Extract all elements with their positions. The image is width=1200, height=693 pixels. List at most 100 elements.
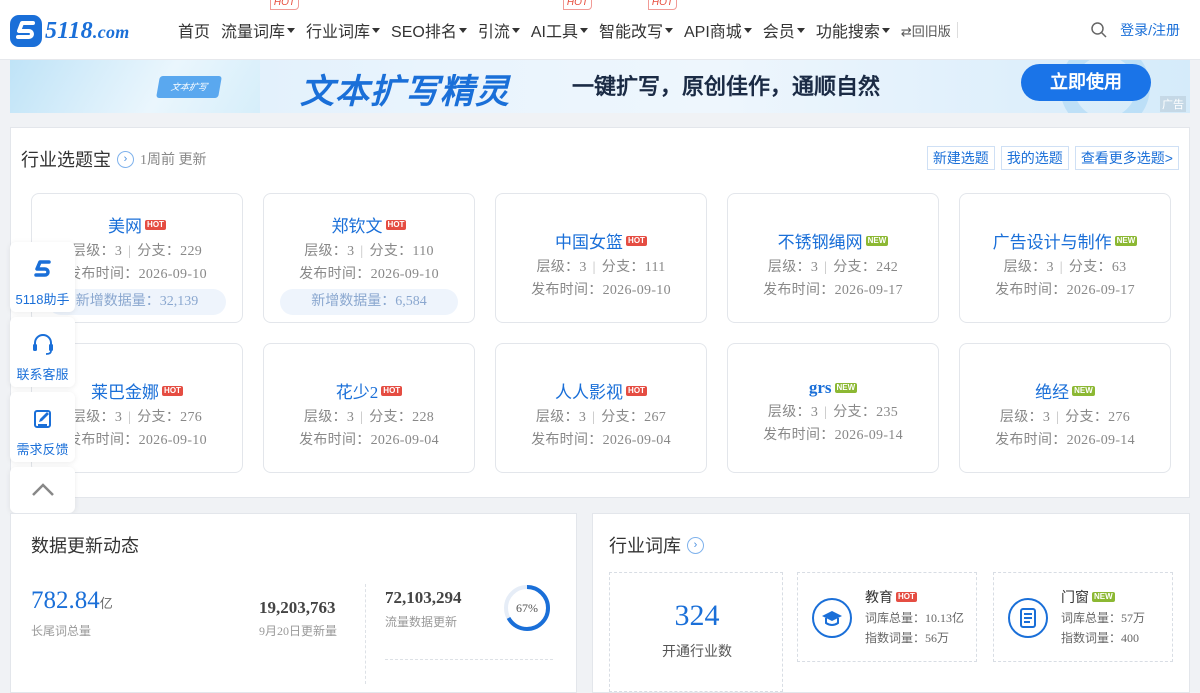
branch-value: 111	[644, 260, 666, 275]
topic-link[interactable]: 我的选题	[1000, 146, 1069, 170]
update-progress-gauge: 67%	[504, 585, 550, 631]
search-icon[interactable]	[1090, 21, 1108, 39]
old-version-link[interactable]: ⇄回旧版	[901, 22, 958, 39]
date-label: 发布时间：	[531, 283, 603, 298]
hot-badge: HOT	[381, 385, 403, 396]
nav-item-label: AI工具	[530, 24, 578, 41]
nav-item[interactable]: API商城	[684, 18, 752, 42]
industry-index: 指数词量：400	[1061, 631, 1140, 645]
date-label: 发布时间：	[763, 428, 835, 443]
new-data-pill: 新增数据量：6,584	[280, 289, 458, 315]
topic-name: 郑钦文 HOT	[264, 212, 474, 237]
industry-library-title-text: 行业词库	[609, 536, 681, 556]
topic-date: 发布时间：2026-09-04	[496, 429, 706, 449]
nav-item[interactable]: 首页	[178, 18, 210, 42]
industry-item[interactable]: 教育 HOT 词库总量：10.13亿 指数词量：56万	[797, 572, 977, 662]
topic-card[interactable]: 郑钦文 HOT 层级：3 | 分支：110 发布时间：2026-09-10 新增数据量：6,…	[263, 193, 475, 323]
branch-label: 分支：	[1065, 410, 1109, 425]
topic-name-text: 中国女篮	[555, 233, 624, 252]
nav-item[interactable]: 流量词库 HOT	[221, 0, 300, 42]
topic-section-title: 行业选题宝 › 1周前 更新	[21, 146, 207, 172]
branch-label: 分支：	[369, 410, 413, 425]
level-value: 3	[579, 260, 587, 275]
topic-link[interactable]: 新建选题	[926, 146, 995, 170]
date-value: 2026-09-04	[370, 433, 439, 448]
document-icon	[1020, 608, 1036, 628]
nav-item[interactable]: 引流	[478, 18, 520, 42]
assistant-label: 5118助手	[15, 292, 70, 307]
nav-item[interactable]: AI工具 HOT	[530, 0, 592, 42]
topic-card[interactable]: 绝经 NEW 层级：3 | 分支：276 发布时间：2026-09-14	[959, 343, 1171, 473]
nav-item[interactable]: 智能改写 HOT	[599, 0, 677, 42]
longtail-total-value: 782.84亿	[31, 587, 113, 614]
new-badge: NEW	[1072, 385, 1095, 396]
topic-card[interactable]: 花少2 HOT 层级：3 | 分支：228 发布时间：2026-09-04	[263, 343, 475, 473]
caret-down-icon	[743, 27, 752, 33]
ad-banner[interactable]: 文本扩写 文本扩写精灵 一键扩写，原创佳作，通顺自然 立即使用 广告	[10, 60, 1190, 113]
industry-count-value: 324	[674, 599, 720, 632]
nav-item[interactable]: SEO排名	[391, 18, 467, 42]
topic-meta: 层级：3 | 分支：235	[728, 401, 938, 421]
date-value: 2026-09-17	[1066, 283, 1135, 298]
industry-icon	[1008, 598, 1048, 638]
back-to-top-button[interactable]	[10, 467, 75, 513]
nav-item[interactable]: 行业词库	[306, 18, 381, 42]
topic-name: 绝经 NEW	[960, 378, 1170, 403]
nav-item-label: SEO排名	[391, 24, 457, 41]
date-value: 2026-09-04	[602, 433, 671, 448]
separator: |	[360, 410, 364, 425]
date-value: 2026-09-10	[602, 283, 671, 298]
date-label: 发布时间：	[995, 283, 1067, 298]
longtail-total-caption: 长尾词总量	[31, 624, 92, 638]
caret-down-icon	[665, 27, 673, 33]
chevron-up-icon	[31, 483, 54, 496]
chevron-right-icon[interactable]: ›	[117, 150, 134, 168]
topic-card[interactable]: 人人影视 HOT 层级：3 | 分支：267 发布时间：2026-09-04	[495, 343, 707, 473]
graduation-cap-icon	[822, 611, 842, 626]
assistant-button[interactable]: 5118助手	[10, 242, 75, 312]
nav-item-label: 功能搜索	[815, 24, 880, 41]
separator: |	[1056, 410, 1060, 425]
topic-meta: 层级：3 | 分支：228	[264, 406, 474, 426]
date-label: 发布时间：	[299, 267, 371, 282]
login-register-link[interactable]: 登录/注册	[1120, 20, 1180, 40]
date-value: 2026-09-14	[1066, 433, 1135, 448]
industry-item[interactable]: 门窗 NEW 词库总量：57万 指数词量：400	[993, 572, 1173, 662]
topic-meta: 层级：3 | 分支：111	[496, 256, 706, 276]
topic-meta: 层级：3 | 分支：267	[496, 406, 706, 426]
level-value: 3	[810, 405, 819, 420]
nav-item[interactable]: 会员	[763, 18, 805, 42]
nav-item[interactable]: 功能搜索	[816, 18, 890, 42]
topic-name-text: 广告设计与制作	[992, 233, 1112, 252]
industry-total: 词库总量：10.13亿	[865, 611, 965, 625]
chevron-right-icon[interactable]: ›	[687, 536, 704, 554]
topic-name: 花少2 HOT	[264, 378, 474, 403]
divider	[385, 659, 553, 660]
branch-value: 276	[1108, 410, 1131, 425]
date-value: 2026-09-10	[138, 267, 207, 282]
hot-badge: HOT	[145, 219, 166, 230]
topic-card[interactable]: 不锈钢绳网 NEW 层级：3 | 分支：242 发布时间：2026-09-17	[727, 193, 939, 323]
contact-service-label: 联系客服	[16, 367, 69, 382]
caret-down-icon	[458, 27, 467, 33]
industry-name: 门窗 NEW	[1061, 587, 1115, 607]
contact-service-button[interactable]: 联系客服	[10, 317, 75, 387]
date-label: 发布时间：	[299, 433, 371, 448]
hot-badge: HOT	[269, 0, 300, 10]
topic-card[interactable]: 中国女篮 HOT 层级：3 | 分支：111 发布时间：2026-09-10	[495, 193, 707, 323]
level-value: 3	[1046, 260, 1054, 275]
caret-down-icon	[579, 27, 588, 33]
feedback-button[interactable]: 需求反馈	[10, 392, 75, 462]
site-logo[interactable]: 5118.com	[9, 14, 130, 48]
industry-count-box[interactable]: 324 开通行业数	[609, 572, 783, 692]
topic-card[interactable]: grs NEW 层级：3 | 分支：235 发布时间：2026-09-14	[727, 343, 939, 473]
banner-use-now-button[interactable]: 立即使用	[1021, 64, 1151, 101]
logo-wordmark: 5118.com	[45, 17, 130, 44]
topic-card[interactable]: 广告设计与制作 NEW 层级：3 | 分支：63 发布时间：2026-09-17	[959, 193, 1171, 323]
topic-name-text: 绝经	[1035, 383, 1070, 402]
topic-link[interactable]: 查看更多选题>	[1074, 146, 1179, 170]
hot-badge: HOT	[385, 219, 407, 230]
topic-meta: 层级：3 | 分支：242	[728, 256, 938, 276]
topic-name-text: 花少2	[335, 383, 379, 402]
new-badge: NEW	[1114, 235, 1138, 246]
